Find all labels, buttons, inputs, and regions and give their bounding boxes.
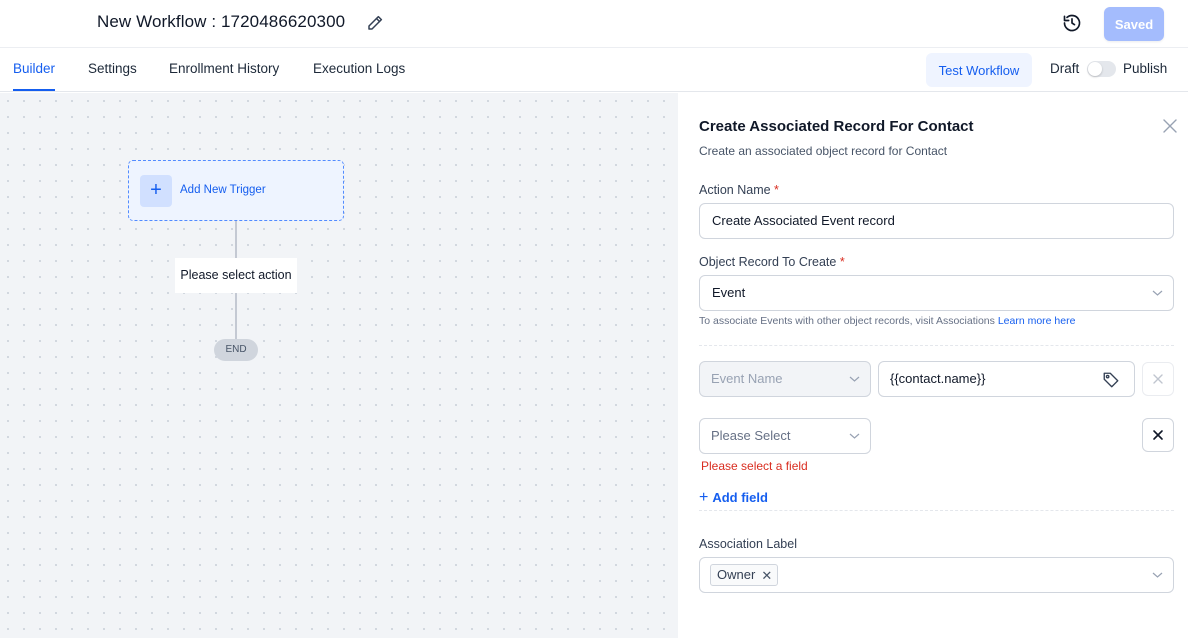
connector-line [235, 221, 237, 258]
add-field-label: Add field [712, 490, 768, 505]
association-label-select[interactable]: Owner ✕ [699, 557, 1174, 593]
tag-icon[interactable] [1102, 371, 1120, 389]
tab-enrollment-history[interactable]: Enrollment History [169, 61, 279, 76]
tab-builder[interactable]: Builder [13, 61, 55, 76]
publish-label: Publish [1123, 61, 1168, 76]
tab-execution-logs[interactable]: Execution Logs [313, 61, 405, 76]
object-record-label-text: Object Record To Create [699, 255, 837, 269]
chevron-down-icon [849, 433, 860, 439]
test-workflow-button[interactable]: Test Workflow [926, 53, 1032, 87]
field-error-message: Please select a field [701, 459, 808, 473]
draft-label: Draft [1050, 61, 1080, 76]
toggle-knob [1088, 62, 1102, 76]
remove-field-button [1142, 362, 1174, 396]
chip-label: Owner [717, 567, 756, 582]
close-icon[interactable] [1162, 118, 1178, 134]
field-select-empty[interactable]: Please Select [699, 418, 871, 454]
field-select-event-name: Event Name [699, 361, 871, 397]
select-action-node[interactable]: Please select action [175, 258, 297, 293]
chevron-down-icon [1152, 572, 1163, 578]
trigger-label: Add New Trigger [180, 184, 266, 196]
chevron-down-icon [849, 376, 860, 382]
action-name-label: Action Name * [699, 183, 779, 197]
tab-bar: Builder Settings Enrollment History Exec… [0, 48, 1188, 92]
top-bar: New Workflow : 1720486620300 Saved [0, 0, 1188, 48]
close-icon [1153, 430, 1163, 440]
chevron-down-icon [1152, 290, 1163, 296]
associations-hint: To associate Events with other object re… [699, 315, 1075, 327]
workflow-canvas[interactable]: + Add New Trigger Please select action E… [0, 93, 678, 638]
field-name: Event Name [711, 371, 783, 386]
active-tab-indicator [13, 89, 55, 91]
history-icon[interactable] [1062, 13, 1082, 33]
pencil-icon[interactable] [366, 14, 384, 32]
required-mark: * [774, 183, 779, 197]
plus-icon: + [699, 489, 709, 506]
saved-button[interactable]: Saved [1104, 7, 1164, 41]
learn-more-link[interactable]: Learn more here [998, 315, 1076, 327]
hint-text: To associate Events with other object re… [699, 315, 995, 327]
association-label-label: Association Label [699, 537, 797, 551]
divider [699, 345, 1174, 346]
panel-subtitle: Create an associated object record for C… [699, 144, 948, 158]
object-record-value: Event [712, 285, 746, 300]
object-record-select[interactable]: Event [699, 275, 1174, 311]
publish-toggle[interactable] [1087, 61, 1116, 77]
action-config-panel: Create Associated Record For Contact Cre… [678, 93, 1188, 638]
action-name-input[interactable]: Create Associated Event record [699, 203, 1174, 239]
required-mark: * [839, 255, 845, 269]
plus-icon: + [140, 175, 172, 207]
field-placeholder: Please Select [711, 428, 791, 443]
association-chip: Owner ✕ [710, 564, 779, 586]
chip-remove-icon[interactable]: ✕ [761, 566, 772, 586]
divider [699, 510, 1174, 511]
field-value: {{contact.name}} [890, 371, 986, 386]
add-field-button[interactable]: + Add field [699, 489, 768, 507]
end-node: END [214, 339, 258, 361]
tab-settings[interactable]: Settings [88, 61, 137, 76]
workflow-title: New Workflow : 1720486620300 [97, 12, 346, 31]
add-new-trigger-node[interactable]: + Add New Trigger [128, 160, 344, 221]
close-icon [1153, 374, 1163, 384]
field-value-input[interactable]: {{contact.name}} [878, 361, 1135, 397]
remove-field-button[interactable] [1142, 418, 1174, 452]
connector-line [235, 293, 237, 339]
action-name-label-text: Action Name [699, 183, 771, 197]
panel-title: Create Associated Record For Contact [699, 118, 974, 135]
object-record-label: Object Record To Create * [699, 255, 845, 269]
